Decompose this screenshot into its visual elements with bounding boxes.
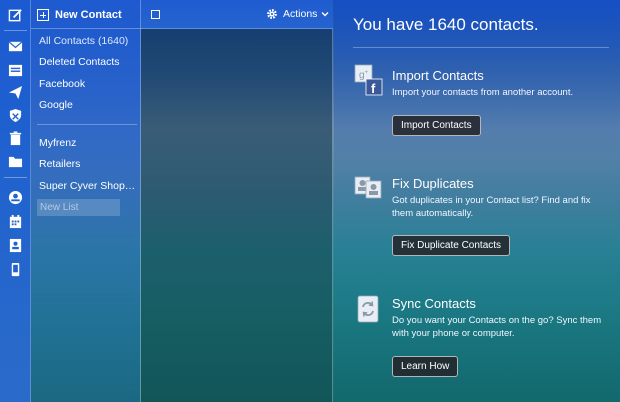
import-contacts-button[interactable]: Import Contacts — [392, 115, 481, 136]
list-header: Actions — [141, 0, 333, 29]
calendar-icon[interactable] — [7, 213, 24, 230]
list-myfrenz[interactable]: Myfrenz — [39, 137, 137, 149]
inbox-icon[interactable] — [7, 62, 24, 79]
rail-divider — [4, 177, 27, 178]
svg-text:+: + — [365, 70, 369, 76]
send-icon[interactable] — [7, 84, 24, 101]
folder-divider — [37, 124, 137, 125]
new-contact-label: New Contact — [55, 9, 122, 21]
duplicates-description: Got duplicates in your Contact list? Fin… — [392, 195, 591, 219]
sync-icon — [357, 295, 379, 323]
contacts-icon[interactable] — [7, 189, 24, 206]
list-super-cyver-shop[interactable]: Super Cyver Shop Cl... — [39, 180, 137, 192]
chevron-down-icon — [321, 12, 329, 17]
duplicates-title: Fix Duplicates — [392, 176, 474, 191]
icon-rail — [0, 0, 31, 402]
main-panel: You have 1640 contacts. g + f Import Con… — [334, 0, 620, 402]
address-book-icon[interactable] — [7, 237, 24, 254]
new-list-input[interactable] — [37, 199, 120, 216]
folder-deleted-contacts[interactable]: Deleted Contacts — [39, 56, 137, 68]
rail-divider — [4, 30, 27, 31]
folder-all-contacts[interactable]: All Contacts (1640) — [39, 35, 137, 47]
folder-panel: New Contact All Contacts (1640) Deleted … — [31, 0, 141, 402]
import-description: Import your contacts from another accoun… — [392, 87, 574, 98]
folder-divider — [31, 28, 141, 29]
svg-text:f: f — [371, 81, 376, 96]
fix-duplicates-button[interactable]: Fix Duplicate Contacts — [392, 235, 511, 256]
actions-label: Actions — [283, 8, 318, 20]
import-title: Import Contacts — [392, 68, 484, 83]
shield-icon[interactable] — [7, 107, 24, 124]
mobile-icon[interactable] — [7, 261, 24, 278]
new-contact-button[interactable]: New Contact — [37, 6, 122, 24]
page-title: You have 1640 contacts. — [353, 15, 539, 34]
select-all-checkbox[interactable] — [151, 10, 160, 19]
sync-title: Sync Contacts — [392, 296, 476, 311]
list-retailers[interactable]: Retailers — [39, 158, 137, 170]
import-icon: g + f — [354, 64, 383, 96]
actions-menu-button[interactable]: Actions — [266, 8, 329, 20]
mail-icon[interactable] — [7, 38, 24, 55]
folder-facebook[interactable]: Facebook — [39, 78, 137, 90]
contact-list-panel: Actions — [141, 0, 333, 402]
add-icon — [37, 9, 49, 21]
gear-icon — [267, 9, 277, 19]
folder-icon[interactable] — [7, 153, 24, 170]
compose-icon[interactable] — [7, 7, 24, 24]
folder-google[interactable]: Google — [39, 99, 137, 111]
sync-description: Do you want your Contacts on the go? Syn… — [392, 315, 602, 339]
title-divider — [353, 47, 609, 48]
trash-icon[interactable] — [7, 130, 24, 147]
duplicates-icon — [354, 176, 382, 199]
learn-how-button[interactable]: Learn How — [392, 356, 459, 377]
